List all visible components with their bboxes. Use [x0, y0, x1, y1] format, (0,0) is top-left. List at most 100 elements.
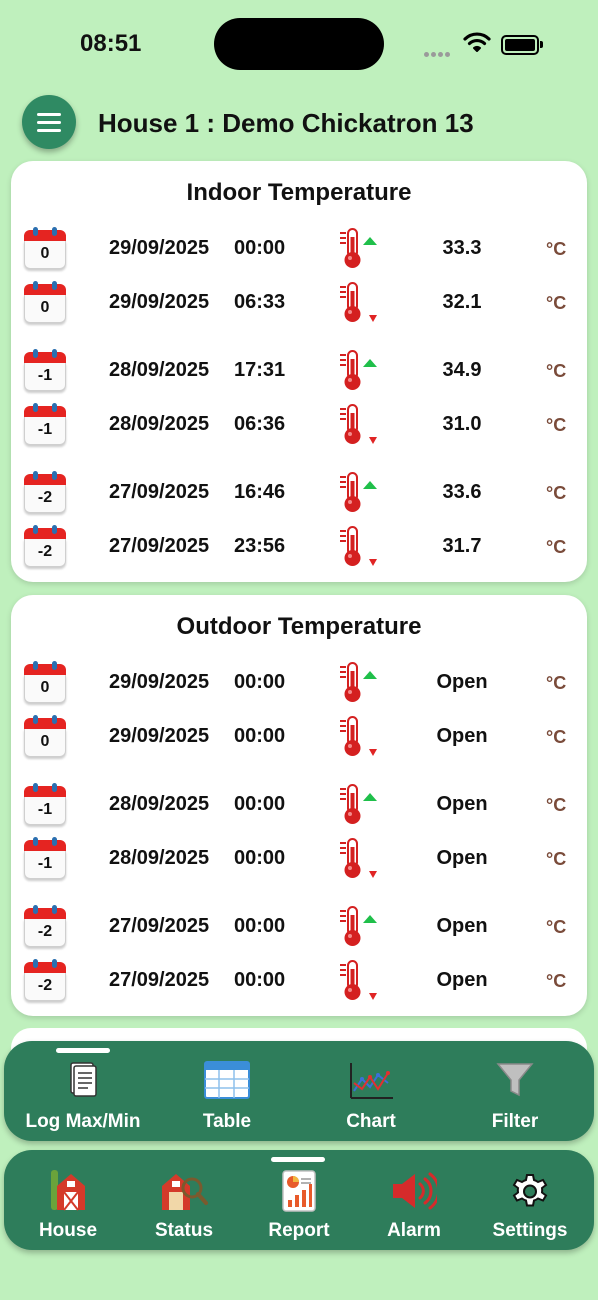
row-time: 00:00	[234, 237, 286, 259]
row-date: 29/09/2025	[109, 237, 210, 259]
outdoor-row: 0 29/09/2025 00:00 Open °C	[11, 715, 587, 769]
status-time: 08:51	[80, 30, 142, 57]
row-time: 00:00	[234, 793, 286, 815]
thermometer-min-icon	[336, 715, 384, 759]
row-time: 16:46	[234, 481, 286, 503]
sub-nav-log[interactable]: Log Max/Min	[8, 1041, 158, 1141]
bottom-nav-status[interactable]: Status	[126, 1150, 242, 1250]
row-date: 29/09/2025	[109, 671, 210, 693]
bottom-nav-alarm[interactable]: Alarm	[356, 1150, 472, 1250]
day-offset: -2	[37, 977, 53, 994]
temperature-value: 33.3	[442, 237, 482, 259]
nav-label: Status	[154, 1220, 214, 1241]
temperature-unit: °C	[546, 673, 567, 693]
nav-label: Report	[268, 1220, 330, 1241]
indoor-row: -1 28/09/2025 06:36 31.0 °C	[11, 403, 587, 457]
temperature-unit: °C	[546, 239, 567, 259]
row-time: 00:00	[234, 847, 286, 869]
row-date: 28/09/2025	[109, 413, 210, 435]
sub-nav-table[interactable]: Table	[164, 1041, 290, 1141]
temperature-value: Open	[436, 671, 488, 693]
bottom-nav-house[interactable]: House	[14, 1150, 122, 1250]
line-chart-icon	[348, 1061, 394, 1106]
wifi-icon	[463, 31, 491, 58]
temperature-unit: °C	[546, 849, 567, 869]
row-date: 27/09/2025	[109, 481, 210, 503]
page-title: House 1 : Demo Chickatron 13	[98, 108, 474, 138]
calendar-icon: 0	[24, 715, 66, 757]
indoor-row: 0 29/09/2025 00:00 33.3 °C	[11, 227, 587, 281]
header: House 1 : Demo Chickatron 13	[0, 92, 598, 156]
row-time: 06:36	[234, 413, 286, 435]
temperature-value: Open	[436, 847, 488, 869]
nav-label: Log Max/Min	[25, 1111, 141, 1132]
thermometer-min-icon	[336, 403, 384, 447]
indoor-temperature-card: Indoor Temperature 0 29/09/2025 00:00 33.3 °…	[11, 161, 587, 582]
temperature-value: Open	[436, 793, 488, 815]
temperature-unit: °C	[546, 727, 567, 747]
bottom-nav-settings[interactable]: Settings	[474, 1150, 586, 1250]
indoor-row: 0 29/09/2025 06:33 32.1 °C	[11, 281, 587, 335]
thermometer-max-icon	[336, 227, 384, 271]
thermometer-max-icon	[336, 905, 384, 949]
calendar-icon: -1	[24, 783, 66, 825]
gear-icon	[510, 1170, 550, 1215]
thermometer-min-icon	[336, 959, 384, 1003]
outdoor-row: -1 28/09/2025 00:00 Open °C	[11, 837, 587, 891]
nav-label: House	[38, 1220, 98, 1241]
temperature-unit: °C	[546, 537, 567, 557]
row-time: 23:56	[234, 535, 286, 557]
day-offset: 0	[40, 679, 50, 696]
row-date: 28/09/2025	[109, 847, 210, 869]
thermometer-max-icon	[336, 783, 384, 827]
outdoor-card-title: Outdoor Temperature	[176, 613, 422, 640]
row-date: 28/09/2025	[109, 793, 210, 815]
dynamic-island	[214, 18, 384, 70]
thermometer-min-icon	[336, 281, 384, 325]
row-time: 06:33	[234, 291, 286, 313]
nav-label: Table	[202, 1111, 252, 1132]
barn-house-icon	[49, 1170, 87, 1217]
barn-status-icon	[160, 1170, 208, 1217]
bottom-nav-report[interactable]: Report	[244, 1150, 354, 1250]
temperature-value: Open	[436, 969, 488, 991]
indoor-row: -1 28/09/2025 17:31 34.9 °C	[11, 349, 587, 403]
speaker-alarm-icon	[391, 1170, 441, 1217]
row-time: 17:31	[234, 359, 286, 381]
menu-button[interactable]	[22, 95, 76, 149]
sub-nav-chart[interactable]: Chart	[294, 1041, 448, 1141]
report-sub-nav: Log Max/Min Table Chart Filter	[4, 1041, 594, 1141]
sub-nav-filter[interactable]: Filter	[450, 1041, 580, 1141]
day-offset: 0	[40, 733, 50, 750]
cellular-signal-icon	[424, 44, 452, 62]
indoor-row: -2 27/09/2025 23:56 31.7 °C	[11, 525, 587, 579]
calendar-icon: 0	[24, 227, 66, 269]
temperature-unit: °C	[546, 361, 567, 381]
bottom-nav: House Status Report Alarm Settings	[4, 1150, 594, 1250]
row-date: 27/09/2025	[109, 969, 210, 991]
temperature-unit: °C	[546, 415, 567, 435]
day-offset: -1	[37, 801, 53, 818]
temperature-unit: °C	[546, 917, 567, 937]
day-offset: -2	[37, 489, 53, 506]
nav-label: Alarm	[387, 1220, 441, 1241]
outdoor-row: 0 29/09/2025 00:00 Open °C	[11, 661, 587, 715]
battery-icon	[501, 35, 543, 55]
row-time: 00:00	[234, 969, 286, 991]
day-offset: -2	[37, 923, 53, 940]
temperature-value: 34.9	[442, 359, 482, 381]
temperature-unit: °C	[546, 293, 567, 313]
calendar-icon: -1	[24, 403, 66, 445]
thermometer-min-icon	[336, 525, 384, 569]
temperature-value: 33.6	[442, 481, 482, 503]
row-date: 27/09/2025	[109, 535, 210, 557]
thermometer-max-icon	[336, 661, 384, 705]
log-document-icon	[68, 1061, 98, 1102]
outdoor-row: -1 28/09/2025 00:00 Open °C	[11, 783, 587, 837]
day-offset: -1	[37, 421, 53, 438]
day-offset: 0	[40, 245, 50, 262]
status-bar: 08:51	[0, 0, 598, 90]
row-date: 27/09/2025	[109, 915, 210, 937]
day-offset: -1	[37, 367, 53, 384]
outdoor-row: -2 27/09/2025 00:00 Open °C	[11, 905, 587, 959]
